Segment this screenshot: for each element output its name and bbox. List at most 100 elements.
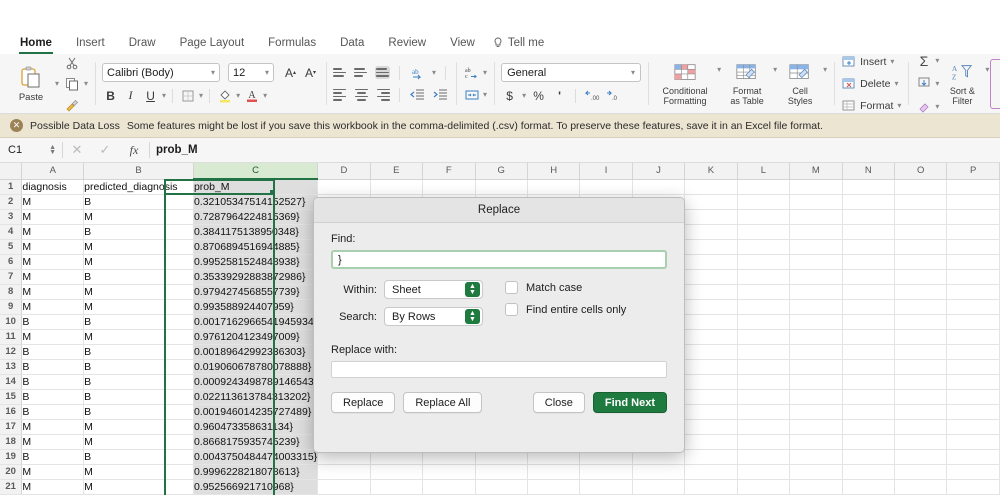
cell-H21[interactable] (527, 479, 581, 495)
column-header-C[interactable]: C (193, 163, 319, 180)
cell-A17[interactable]: M (21, 419, 85, 435)
cell-N21[interactable] (842, 479, 895, 495)
cell-K18[interactable] (684, 434, 738, 450)
cell-K16[interactable] (684, 404, 738, 420)
tell-me-search[interactable]: Tell me (487, 37, 556, 54)
cell-N12[interactable] (842, 344, 895, 360)
cell-K6[interactable] (684, 254, 738, 270)
scissors-icon[interactable] (63, 55, 81, 71)
row-header[interactable]: 9 (0, 299, 23, 315)
row-header[interactable]: 4 (0, 224, 23, 240)
within-select[interactable]: Sheet ▲ ▼ (384, 280, 483, 299)
row-header[interactable]: 2 (0, 194, 23, 210)
cell-B7[interactable]: B (83, 269, 194, 285)
cell-K22[interactable] (684, 494, 738, 495)
cell-C13[interactable]: 0.019060678780078888} (193, 359, 319, 375)
cell-P15[interactable] (946, 389, 1000, 405)
cell-P11[interactable] (946, 329, 1000, 345)
cell-M15[interactable] (789, 389, 843, 405)
cell-O14[interactable] (894, 374, 948, 390)
column-header-K[interactable]: K (684, 163, 738, 180)
cell-M17[interactable] (789, 419, 843, 435)
cell-C2[interactable]: 0.32105347514152527} (193, 194, 319, 210)
cell-P8[interactable] (946, 284, 1000, 300)
match-case-checkbox[interactable] (505, 281, 518, 294)
cell-L16[interactable] (737, 404, 791, 420)
cell-K20[interactable] (684, 464, 738, 480)
comma-format-button[interactable]: ' (551, 87, 568, 104)
cell-P13[interactable] (946, 359, 1000, 375)
cell-O10[interactable] (894, 314, 948, 330)
cell-O12[interactable] (894, 344, 948, 360)
row-header[interactable]: 10 (0, 314, 23, 330)
currency-format-button[interactable]: $ (501, 87, 518, 104)
column-header-L[interactable]: L (737, 163, 791, 180)
cell-H1[interactable] (527, 179, 581, 195)
confirm-formula-icon[interactable]: ✓ (91, 142, 119, 158)
cell-B2[interactable]: B (83, 194, 194, 210)
cell-N10[interactable] (842, 314, 895, 330)
cell-A13[interactable]: B (21, 359, 85, 375)
find-select-button[interactable]: Find & Select (990, 58, 1000, 109)
cell-K12[interactable] (684, 344, 738, 360)
cell-styles-button[interactable]: Cell Styles (779, 62, 821, 106)
cell-N11[interactable] (842, 329, 895, 345)
increase-decimal-icon[interactable]: .00 (583, 87, 600, 104)
cell-B11[interactable]: M (83, 329, 194, 345)
cell-K21[interactable] (684, 479, 738, 495)
orientation-icon[interactable]: ab (409, 64, 426, 81)
cell-B14[interactable]: B (83, 374, 194, 390)
align-left-icon[interactable] (333, 88, 348, 101)
cell-B16[interactable]: B (83, 404, 194, 420)
column-header-F[interactable]: F (422, 163, 476, 180)
cell-L8[interactable] (737, 284, 791, 300)
cell-A16[interactable]: B (21, 404, 85, 420)
cell-M5[interactable] (789, 239, 843, 255)
cell-P9[interactable] (946, 299, 1000, 315)
cell-L15[interactable] (737, 389, 791, 405)
merge-cells-icon[interactable] (463, 86, 480, 103)
cell-I22[interactable] (579, 494, 633, 495)
cell-J1[interactable] (632, 179, 686, 195)
number-format-select[interactable]: General ▾ (501, 63, 642, 82)
cell-B4[interactable]: B (83, 224, 194, 240)
cell-B18[interactable]: M (83, 434, 194, 450)
cell-J21[interactable] (632, 479, 686, 495)
cell-B19[interactable]: B (83, 449, 194, 465)
cell-A14[interactable]: B (21, 374, 85, 390)
font-size-select[interactable]: 12 ▾ (228, 63, 275, 82)
cell-J22[interactable] (632, 494, 686, 495)
cell-M2[interactable] (789, 194, 843, 210)
cell-C3[interactable]: 0.7287964224815369} (193, 209, 319, 225)
decrease-font-size-icon[interactable]: A ▾ (302, 64, 319, 81)
cell-B21[interactable]: M (83, 479, 194, 495)
increase-font-size-icon[interactable]: A ▴ (282, 64, 299, 81)
cell-C11[interactable]: 0.9761204123497009} (193, 329, 319, 345)
cell-N3[interactable] (842, 209, 895, 225)
currency-chevron-down-icon[interactable]: ▾ (522, 91, 526, 100)
cell-N22[interactable] (842, 494, 895, 495)
cell-A7[interactable]: M (21, 269, 85, 285)
row-header[interactable]: 17 (0, 419, 23, 435)
close-button[interactable]: Close (532, 392, 585, 413)
column-header-N[interactable]: N (842, 163, 895, 180)
cell-K17[interactable] (684, 419, 738, 435)
paste-chevron-down-icon[interactable]: ▾ (55, 79, 59, 88)
tab-formulas[interactable]: Formulas (256, 37, 328, 54)
cell-M21[interactable] (789, 479, 843, 495)
cell-C8[interactable]: 0.9794274568557739} (193, 284, 319, 300)
cell-A3[interactable]: M (21, 209, 85, 225)
cell-M22[interactable] (789, 494, 843, 495)
cell-O21[interactable] (894, 479, 948, 495)
cell-B17[interactable]: M (83, 419, 194, 435)
cell-O8[interactable] (894, 284, 948, 300)
cell-C17[interactable]: 0.960473358631134} (193, 419, 319, 435)
cell-N13[interactable] (842, 359, 895, 375)
cell-N2[interactable] (842, 194, 895, 210)
find-entire-cells-row[interactable]: Find entire cells only (505, 303, 626, 316)
column-header-J[interactable]: J (632, 163, 686, 180)
copy-chevron-down-icon[interactable]: ▾ (84, 79, 88, 88)
cell-K10[interactable] (684, 314, 738, 330)
row-header[interactable]: 12 (0, 344, 23, 360)
select-all-corner[interactable] (0, 163, 23, 180)
